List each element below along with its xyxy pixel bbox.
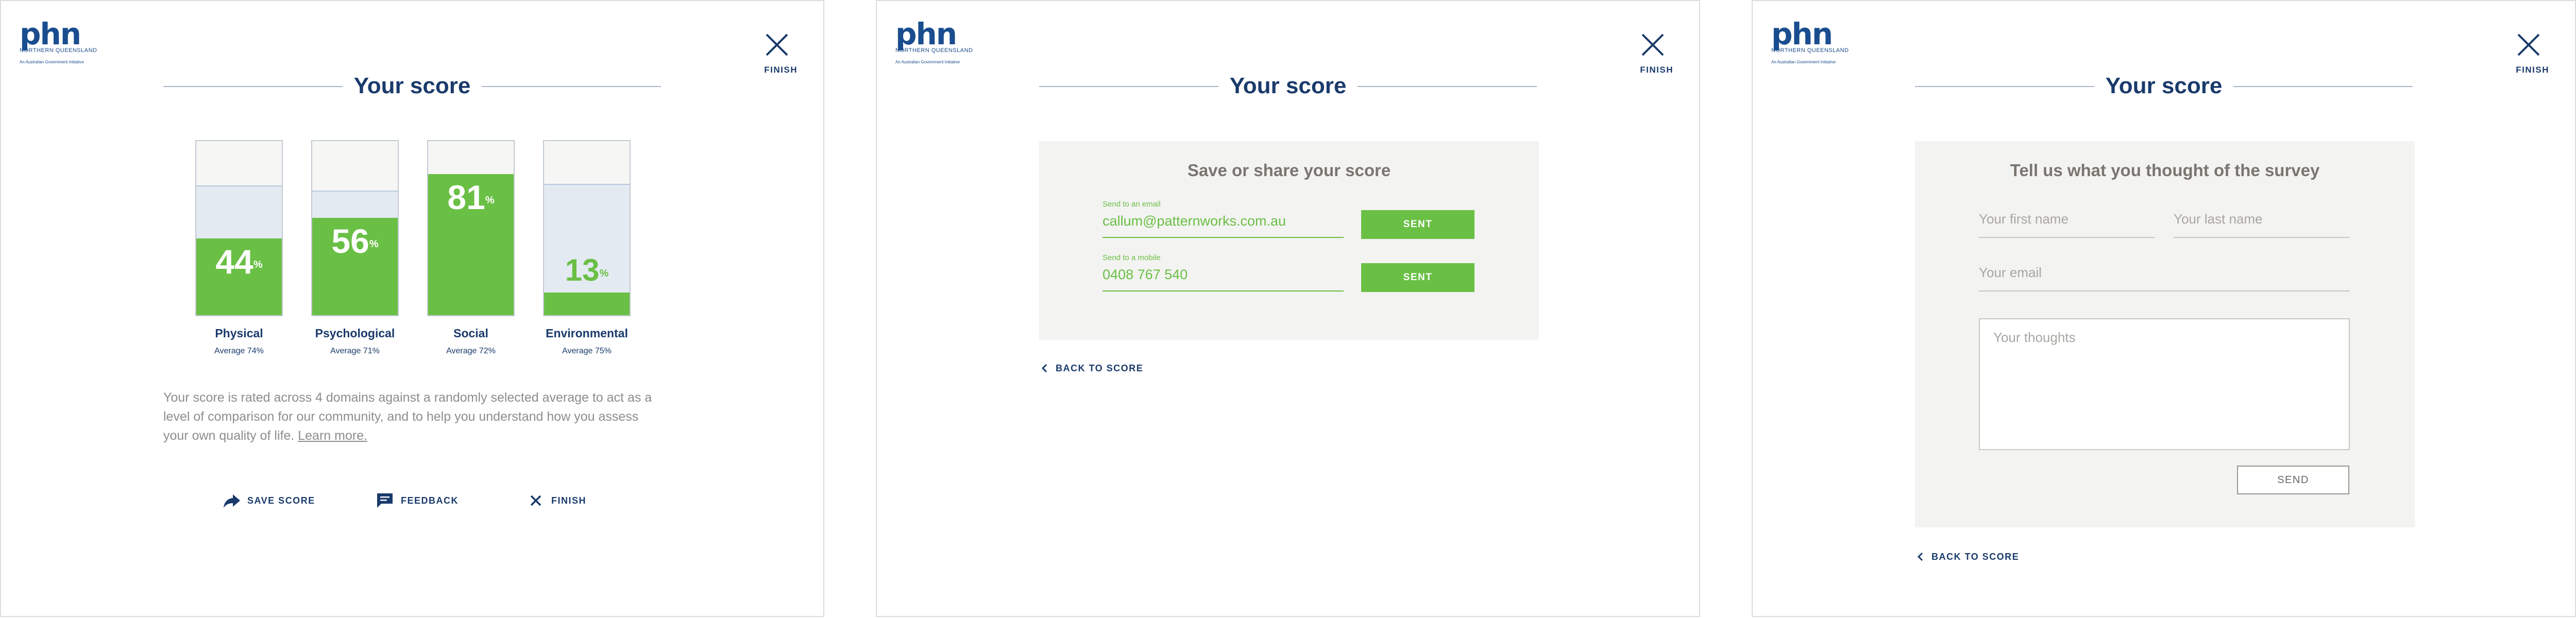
finish-link[interactable]: FINISH: [2516, 65, 2549, 75]
score-bar: 44%: [195, 140, 283, 316]
score-bar: 13%: [543, 140, 631, 316]
email-input[interactable]: Your email: [1979, 265, 2042, 281]
domain-environmental: 13% Environmental Average 75%: [543, 140, 631, 356]
finish-link[interactable]: FINISH: [764, 65, 798, 75]
last-name-underline: [2174, 237, 2350, 238]
feedback-button[interactable]: FEEDBACK: [375, 490, 459, 511]
domain-label: Environmental: [546, 327, 628, 340]
first-name-input[interactable]: Your first name: [1979, 211, 2069, 227]
score-bar: 81%: [427, 140, 515, 316]
domain-label: Social: [453, 327, 488, 340]
learn-more-link[interactable]: Learn more.: [298, 428, 367, 443]
finish-close-icon[interactable]: [761, 29, 792, 60]
domain-average: Average 71%: [330, 347, 380, 355]
score-value: 81%: [447, 178, 495, 217]
finish-action-button[interactable]: FINISH: [526, 490, 586, 511]
domain-label: Psychological: [315, 327, 395, 340]
domain-psychological: 56% Psychological Average 71%: [311, 140, 399, 356]
finish-close-icon[interactable]: [2513, 29, 2544, 60]
chat-icon: [377, 493, 393, 508]
mobile-field-label: Send to a mobile: [1103, 253, 1161, 262]
average-line: [312, 191, 398, 192]
score-value: 13%: [565, 253, 609, 288]
average-line: [544, 183, 630, 185]
mobile-sent-button[interactable]: SENT: [1361, 263, 1475, 292]
chevron-left-icon: [1041, 364, 1047, 373]
phn-logo: phn NORTHERN QUEENSLAND An Australian Go…: [1771, 16, 1849, 64]
domain-social: 81% Social Average 72%: [427, 140, 515, 356]
thoughts-placeholder: Your thoughts: [1993, 330, 2076, 345]
back-to-score-link[interactable]: BACK TO SCORE: [1915, 551, 2019, 562]
share-arrow-icon: [224, 494, 240, 508]
chevron-left-icon: [1917, 552, 1923, 561]
save-score-button[interactable]: SAVE SCORE: [222, 490, 315, 511]
mobile-underline: [1103, 290, 1344, 291]
finish-close-icon[interactable]: [1637, 29, 1668, 60]
email-sent-button[interactable]: SENT: [1361, 210, 1475, 239]
domain-physical: 44% Physical Average 74%: [195, 140, 283, 356]
thoughts-textarea[interactable]: Your thoughts: [1979, 318, 2350, 450]
card-title: Save or share your score: [1187, 161, 1391, 180]
domain-label: Physical: [215, 327, 263, 340]
title-row: Your score: [163, 71, 661, 101]
score-fill: [544, 293, 630, 315]
score-value: 44%: [215, 243, 263, 281]
domain-average: Average 75%: [562, 347, 612, 355]
share-card: Save or share your score Send to an emai…: [1039, 141, 1539, 340]
feedback-screen: phn NORTHERN QUEENSLAND An Australian Go…: [1752, 0, 2576, 617]
first-name-underline: [1979, 237, 2155, 238]
share-screen: phn NORTHERN QUEENSLAND An Australian Go…: [876, 0, 1700, 617]
card-title: Tell us what you thought of the survey: [2010, 161, 2320, 180]
title-row: Your score: [1039, 71, 1537, 101]
phn-logo: phn NORTHERN QUEENSLAND An Australian Go…: [20, 16, 97, 64]
score-bar: 56%: [311, 140, 399, 316]
title-row: Your score: [1915, 71, 2413, 101]
email-underline: [1979, 290, 2350, 291]
email-field-label: Send to an email: [1103, 200, 1161, 209]
score-value: 56%: [331, 221, 379, 260]
send-button[interactable]: SEND: [2237, 466, 2349, 494]
score-screen: phn NORTHERN QUEENSLAND An Australian Go…: [0, 0, 824, 617]
average-line: [196, 185, 282, 186]
score-description: Your score is rated across 4 domains aga…: [163, 390, 652, 443]
back-to-score-link[interactable]: BACK TO SCORE: [1039, 363, 1143, 374]
last-name-input[interactable]: Your last name: [2174, 211, 2262, 227]
title-divider: [1915, 86, 2413, 87]
feedback-card: Tell us what you thought of the survey Y…: [1915, 141, 2415, 527]
email-underline: [1103, 237, 1344, 238]
title-divider: [163, 86, 661, 87]
domain-average: Average 74%: [214, 347, 264, 355]
close-icon: [530, 495, 541, 506]
finish-link[interactable]: FINISH: [1640, 65, 1673, 75]
phn-logo: phn NORTHERN QUEENSLAND An Australian Go…: [895, 16, 973, 64]
mobile-field[interactable]: 0408 767 540: [1103, 267, 1188, 283]
email-field[interactable]: callum@patternworks.com.au: [1103, 213, 1286, 229]
domain-average: Average 72%: [446, 347, 496, 355]
title-divider: [1039, 86, 1537, 87]
